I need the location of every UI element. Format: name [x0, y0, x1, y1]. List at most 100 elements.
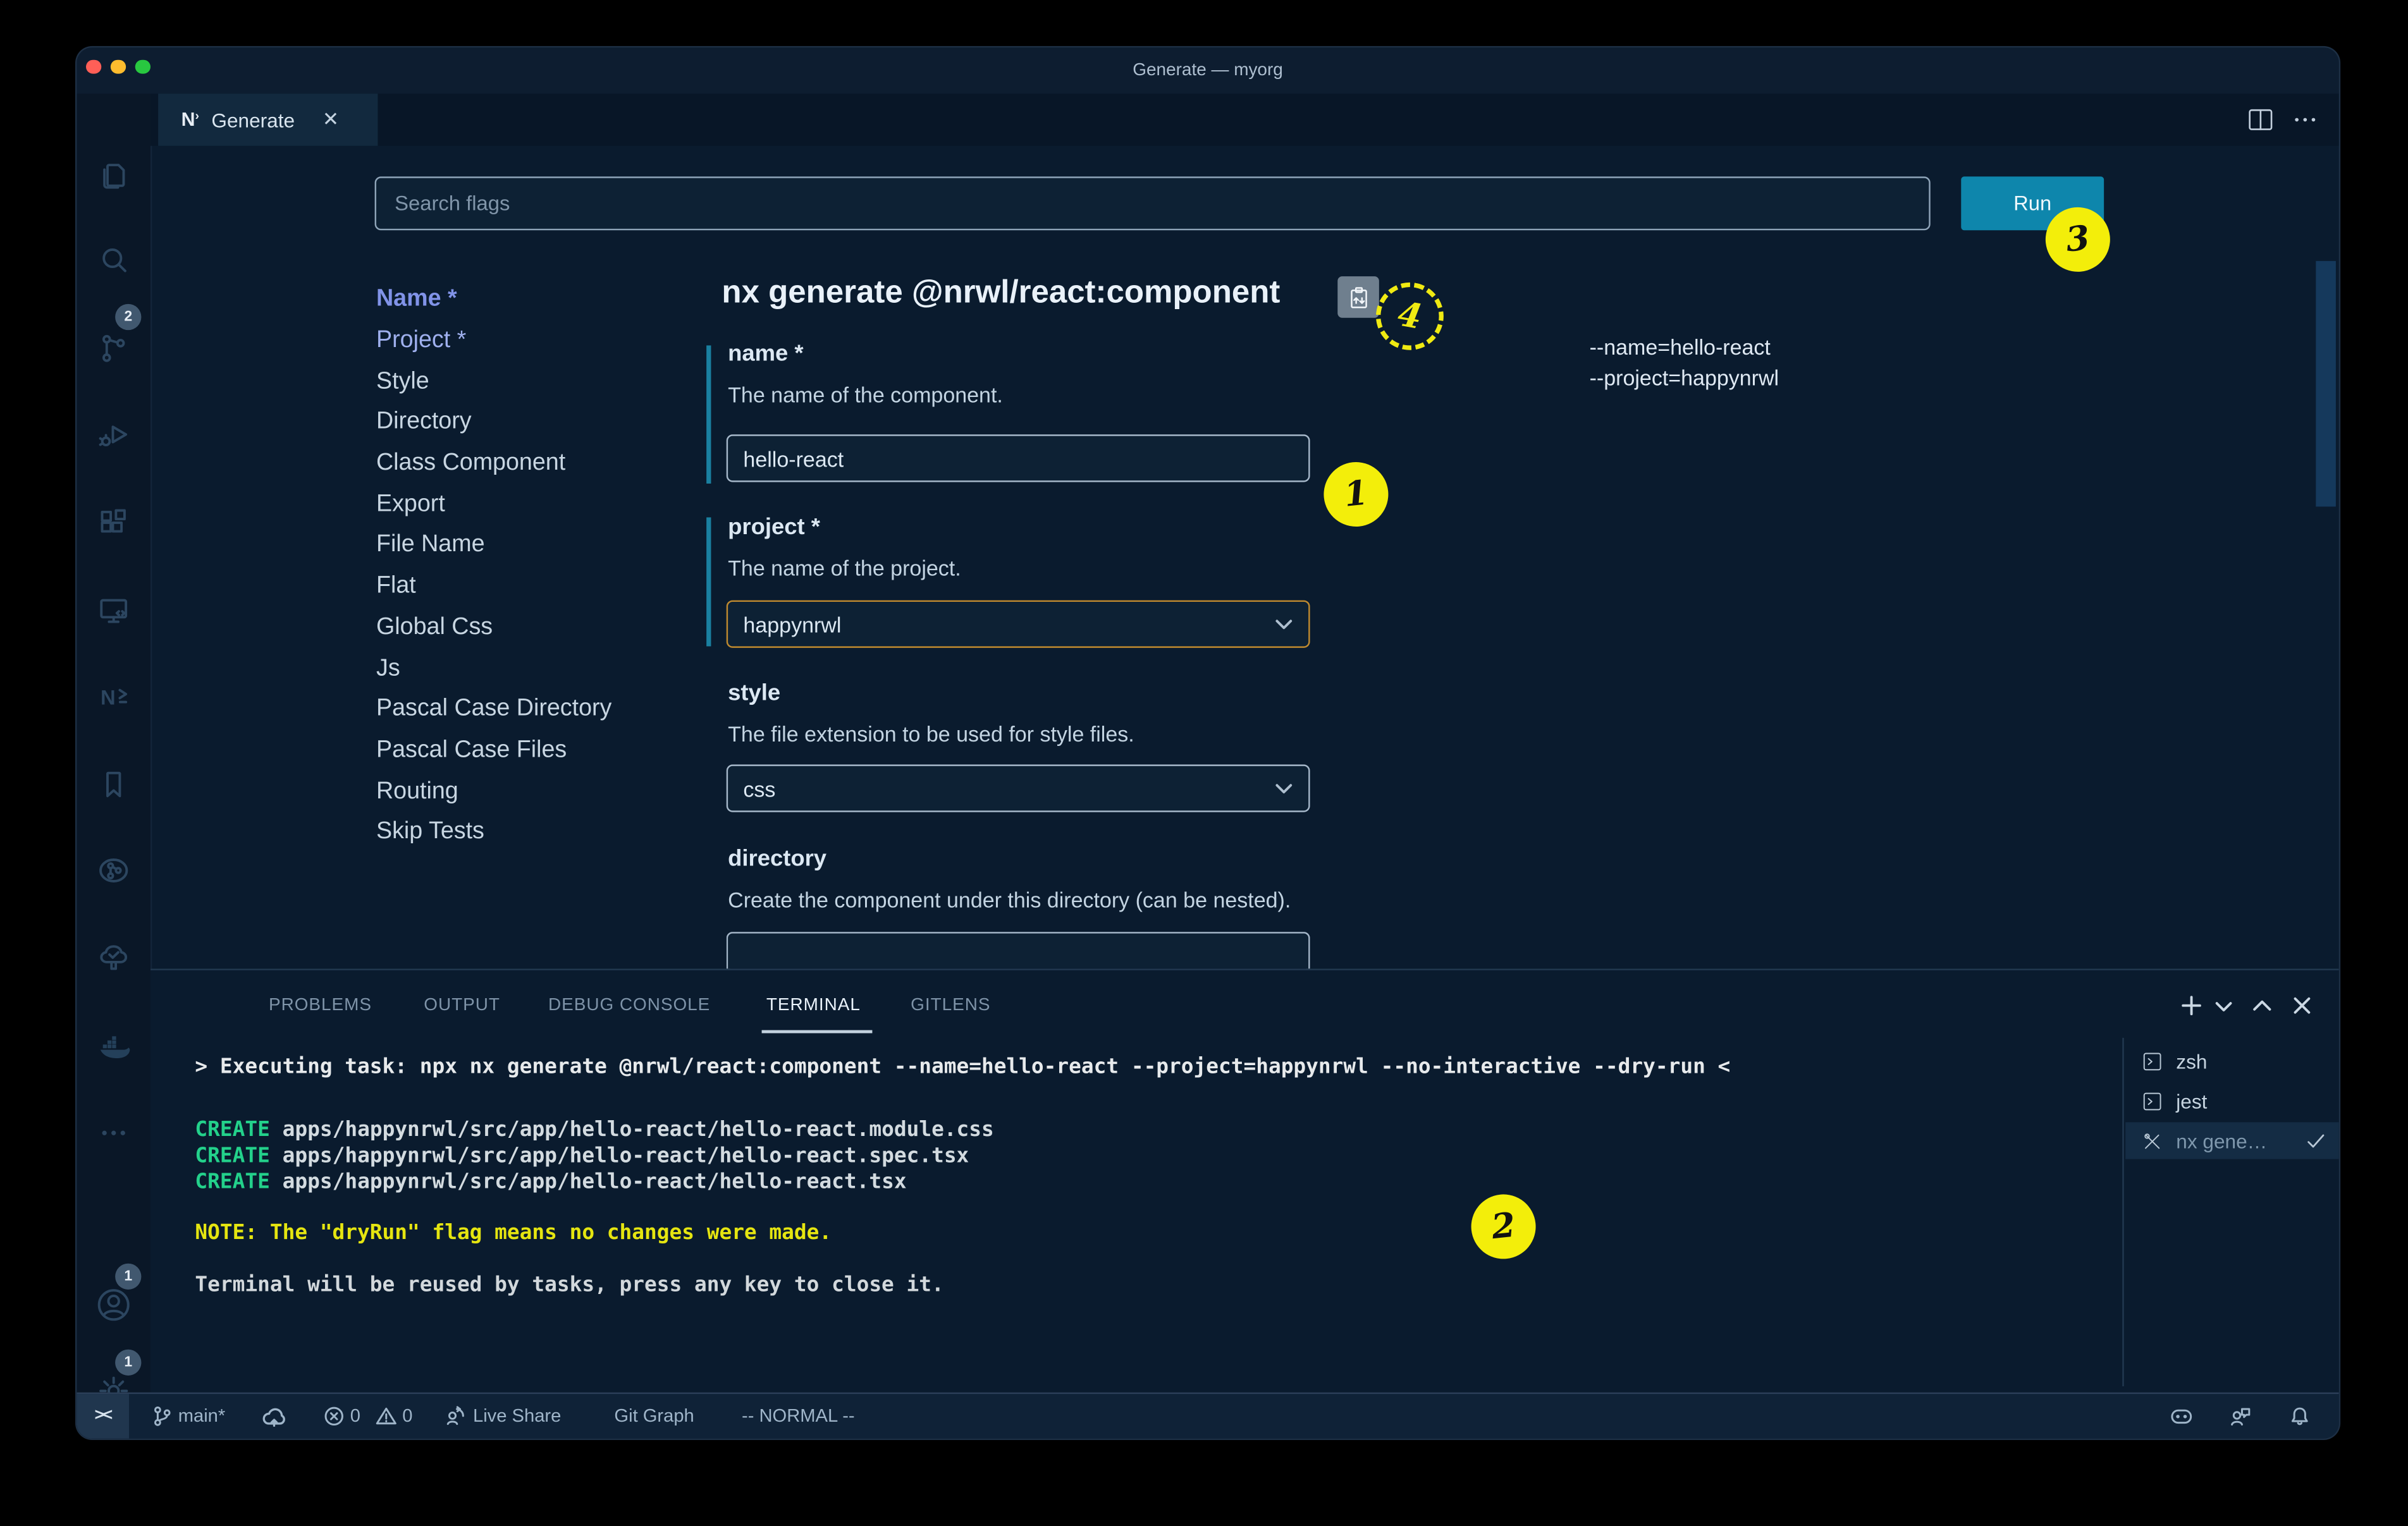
tab-generate[interactable]: N› Generate ✕	[158, 94, 378, 146]
project-select-value: happynrwl	[743, 612, 841, 637]
git-branch-label[interactable]: main*	[178, 1394, 226, 1437]
terminal-list-item-jest[interactable]: jest	[2125, 1082, 2339, 1119]
tab-label: Generate	[211, 108, 295, 131]
flag-list-item-project[interactable]: Project *	[376, 320, 699, 362]
terminal-exec-line: > Executing task: npx nx generate @nrwl/…	[195, 1054, 1730, 1079]
split-editor-icon[interactable]	[2245, 104, 2276, 135]
more-views-icon[interactable]	[95, 1114, 132, 1151]
terminal-output[interactable]: > Executing task: npx nx generate @nrwl/…	[195, 1044, 2108, 1312]
tab-gitlens[interactable]: GITLENS	[911, 996, 990, 1015]
style-select[interactable]: css	[727, 764, 1310, 812]
flag-list-item-export[interactable]: Export	[376, 484, 699, 525]
name-section-accent-bar	[706, 345, 711, 484]
directory-field-label: directory	[728, 846, 826, 872]
flag-list-item-class-component[interactable]: Class Component	[376, 443, 699, 484]
tab-problems[interactable]: PROBLEMS	[269, 996, 372, 1015]
project-select[interactable]: happynrwl	[727, 601, 1310, 648]
sync-cloud-icon[interactable]	[261, 1403, 287, 1429]
flag-list-item-routing[interactable]: Routing	[376, 771, 699, 812]
flag-list-item-global-css[interactable]: Global Css	[376, 607, 699, 648]
directory-field-description: Create the component under this director…	[728, 888, 1291, 912]
todo-tree-icon[interactable]	[95, 939, 132, 976]
live-share-label[interactable]: Live Share	[473, 1394, 561, 1437]
nx-logo-icon: N›	[181, 109, 199, 130]
warnings-count[interactable]: 0	[402, 1394, 412, 1437]
annotation-circle-4: 4	[1371, 277, 1449, 355]
bookmarks-icon[interactable]	[95, 766, 132, 803]
directory-input[interactable]	[727, 932, 1310, 968]
terminal-dropdown-icon[interactable]	[2214, 999, 2233, 1015]
project-field-description: The name of the project.	[728, 556, 961, 580]
vim-mode-indicator: -- NORMAL --	[742, 1394, 855, 1437]
copilot-icon[interactable]	[2168, 1403, 2194, 1429]
bottom-panel: PROBLEMS OUTPUT DEBUG CONSOLE TERMINAL G…	[150, 968, 2339, 1394]
warnings-icon	[375, 1405, 398, 1427]
style-field-label: style	[728, 680, 780, 706]
terminal-reuse-line: Terminal will be reused by tasks, press …	[195, 1273, 943, 1297]
name-input[interactable]	[727, 434, 1310, 482]
editor-scrollbar[interactable]	[2316, 261, 2336, 507]
flag-list-item-file-name[interactable]: File Name	[376, 525, 699, 566]
source-control-icon[interactable]	[95, 330, 132, 367]
settings-badge: 1	[115, 1350, 141, 1376]
terminal-note-line: NOTE: The "dryRun" flag means no changes…	[195, 1221, 832, 1245]
close-panel-icon[interactable]	[2291, 995, 2313, 1016]
terminal-list-item-nx-generate[interactable]: nx gene…	[2125, 1122, 2339, 1159]
name-field-label: name *	[728, 341, 803, 367]
vscode-window: Generate — myorg N 2 1 1 N› Generate	[77, 47, 2338, 1438]
extensions-icon[interactable]	[95, 505, 132, 542]
terminal-list-label: zsh	[2176, 1049, 2207, 1072]
screenshot-canvas: Generate — myorg N 2 1 1 N› Generate	[0, 0, 2408, 1526]
copy-command-button[interactable]	[1337, 276, 1379, 318]
created-file-path: apps/happynrwl/src/app/hello-react/hello…	[283, 1170, 907, 1195]
terminal-create-line: CREATE apps/happynrwl/src/app/hello-reac…	[195, 1170, 906, 1195]
search-icon[interactable]	[95, 243, 132, 279]
tab-close-icon[interactable]: ✕	[322, 107, 339, 132]
terminal-icon	[2141, 1049, 2163, 1072]
explorer-icon[interactable]	[95, 157, 132, 193]
created-file-path: apps/happynrwl/src/app/hello-react/hello…	[283, 1144, 969, 1168]
editor-more-actions-icon[interactable]	[2290, 104, 2321, 135]
flag-project-preview: --project=happynrwl	[1590, 363, 1779, 393]
tab-output[interactable]: OUTPUT	[424, 996, 500, 1015]
docker-icon[interactable]	[95, 1029, 132, 1065]
terminal-sidebar-divider	[2122, 1038, 2123, 1386]
accounts-icon[interactable]	[92, 1283, 135, 1326]
flag-list-item-directory[interactable]: Directory	[376, 402, 699, 443]
flag-list-item-pascal-case-files[interactable]: Pascal Case Files	[376, 730, 699, 771]
terminal-create-line: CREATE apps/happynrwl/src/app/hello-reac…	[195, 1144, 969, 1168]
flag-list-item-flat[interactable]: Flat	[376, 566, 699, 607]
flag-list-item-style[interactable]: Style	[376, 362, 699, 403]
search-flags-input[interactable]	[375, 176, 1931, 230]
nx-console-icon[interactable]: N	[95, 678, 132, 715]
accounts-badge: 1	[115, 1264, 141, 1290]
activity-bar: N 2 1 1	[77, 94, 152, 1394]
git-graph-label[interactable]: Git Graph	[614, 1394, 694, 1437]
flag-list-item-pascal-case-directory[interactable]: Pascal Case Directory	[376, 689, 699, 730]
terminal-list-label: jest	[2176, 1089, 2207, 1112]
clipboard-icon	[1344, 283, 1373, 312]
terminal-list-item-zsh[interactable]: zsh	[2125, 1042, 2339, 1079]
flag-list-item-name[interactable]: Name *	[376, 279, 699, 320]
new-terminal-icon[interactable]	[2179, 993, 2204, 1018]
remote-indicator[interactable]: ><	[77, 1394, 129, 1438]
task-done-check-icon	[2305, 1130, 2326, 1151]
tab-terminal[interactable]: TERMINAL	[766, 996, 861, 1015]
feedback-icon[interactable]	[2228, 1405, 2251, 1427]
create-keyword: CREATE	[195, 1144, 269, 1168]
create-keyword: CREATE	[195, 1170, 269, 1195]
errors-count[interactable]: 0	[350, 1394, 360, 1437]
remote-explorer-icon[interactable]	[95, 592, 132, 629]
maximize-panel-icon[interactable]	[2251, 995, 2273, 1016]
tab-debug-console[interactable]: DEBUG CONSOLE	[548, 996, 710, 1015]
git-graph-icon[interactable]	[95, 852, 132, 889]
flag-list-item-skip-tests[interactable]: Skip Tests	[376, 812, 699, 853]
flags-preview: --name=hello-react --project=happynrwl	[1590, 333, 1779, 393]
run-debug-icon[interactable]	[95, 416, 132, 453]
editor-tab-bar	[150, 94, 2339, 146]
style-field-description: The file extension to be used for style …	[728, 721, 1134, 746]
flag-list-item-js[interactable]: Js	[376, 648, 699, 689]
window-title: Generate — myorg	[77, 47, 2338, 94]
svg-text:N: N	[101, 686, 116, 709]
notifications-bell-icon[interactable]	[2288, 1405, 2311, 1427]
